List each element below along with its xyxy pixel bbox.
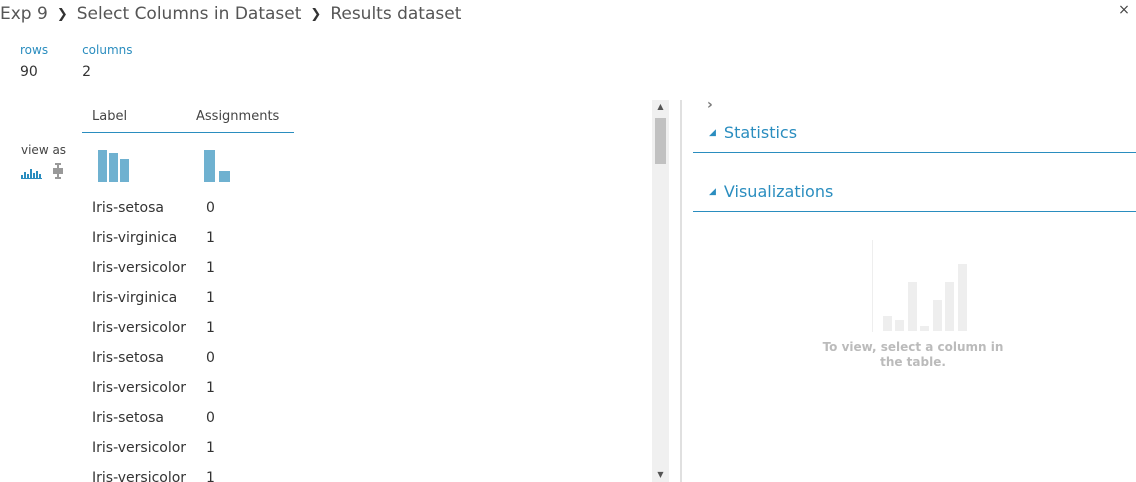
cell-assignments: 1 [206,470,215,482]
cell-assignments: 1 [206,320,215,336]
table-body: Iris-setosa 0 Iris-virginica 1 Iris-versicol… [82,193,652,482]
cell-assignments: 0 [206,200,215,216]
column-header-label[interactable]: Label [82,109,196,124]
rows-value: 90 [20,64,38,80]
cell-label: Iris-versicolor [92,440,187,456]
details-panel: › ◢ Statistics ◢ Visualizations To view,… [693,95,1136,482]
boxplot-icon[interactable] [53,163,63,183]
table-scrollbar[interactable]: ▲ ▼ [652,100,669,482]
visualizations-title: Visualizations [723,182,834,201]
table-row[interactable]: Iris-versicolor 1 [82,463,652,482]
table-row[interactable]: Iris-versicolor 1 [82,433,652,463]
rows-stat: rows 90 [20,43,48,80]
data-table: Label Assignments Iris-setosa 0 Iris-virgi… [82,100,652,482]
cell-label: Iris-virginica [92,230,178,246]
label-histogram[interactable] [82,150,196,186]
histogram-icon[interactable] [21,164,43,183]
visualization-placeholder: To view, select a column in the table. [813,240,1013,370]
assignments-histogram[interactable] [196,150,294,186]
view-as-label: view as [21,143,67,157]
cell-assignments: 0 [206,410,215,426]
cell-label: Iris-setosa [92,350,164,366]
cell-assignments: 1 [206,290,215,306]
table-row[interactable]: Iris-setosa 0 [82,193,652,223]
cell-assignments: 1 [206,440,215,456]
scroll-thumb[interactable] [655,118,666,164]
cell-assignments: 1 [206,260,215,276]
chevron-right-icon: ❯ [56,6,68,22]
breadcrumb-item-experiment[interactable]: Exp 9 [0,4,48,24]
column-header-assignments[interactable]: Assignments [196,109,294,124]
breadcrumb: Exp 9 ❯ Select Columns in Dataset ❯ Resu… [0,2,461,26]
cell-label: Iris-versicolor [92,470,187,482]
columns-label: columns [82,43,133,57]
close-icon[interactable]: × [1116,2,1132,18]
table-row[interactable]: Iris-versicolor 1 [82,313,652,343]
placeholder-text: To view, select a column in the table. [822,340,1004,369]
table-row[interactable]: Iris-versicolor 1 [82,253,652,283]
column-histograms [82,133,652,193]
chevron-right-icon[interactable]: › [707,97,713,113]
cell-assignments: 1 [206,380,215,396]
cell-label: Iris-versicolor [92,260,187,276]
placeholder-chart-icon [872,240,979,332]
table-row[interactable]: Iris-virginica 1 [82,283,652,313]
cell-label: Iris-setosa [92,410,164,426]
scroll-up-icon[interactable]: ▲ [652,100,669,114]
statistics-title: Statistics [723,123,798,142]
rows-label: rows [20,43,49,57]
cell-assignments: 0 [206,350,215,366]
table-row[interactable]: Iris-setosa 0 [82,403,652,433]
collapse-triangle-icon: ◢ [709,127,716,138]
table-header: Label Assignments [82,100,294,133]
statistics-section[interactable]: ◢ Statistics [693,118,1136,153]
cell-label: Iris-versicolor [92,320,187,336]
cell-assignments: 1 [206,230,215,246]
breadcrumb-item-module[interactable]: Select Columns in Dataset [77,4,302,24]
chevron-right-icon: ❯ [310,6,322,22]
scroll-down-icon[interactable]: ▼ [652,468,669,482]
cell-label: Iris-versicolor [92,380,187,396]
visualizations-section[interactable]: ◢ Visualizations [693,177,1136,212]
collapse-triangle-icon: ◢ [709,186,716,197]
table-row[interactable]: Iris-setosa 0 [82,343,652,373]
table-row[interactable]: Iris-versicolor 1 [82,373,652,403]
cell-label: Iris-virginica [92,290,178,306]
view-as-selector: view as [21,143,66,183]
columns-stat: columns 2 [82,43,132,80]
columns-value: 2 [82,64,91,80]
table-row[interactable]: Iris-virginica 1 [82,223,652,253]
breadcrumb-item-dataset: Results dataset [330,4,462,24]
cell-label: Iris-setosa [92,200,164,216]
dataset-summary: rows 90 columns 2 [20,43,167,80]
panel-divider[interactable] [680,100,682,482]
